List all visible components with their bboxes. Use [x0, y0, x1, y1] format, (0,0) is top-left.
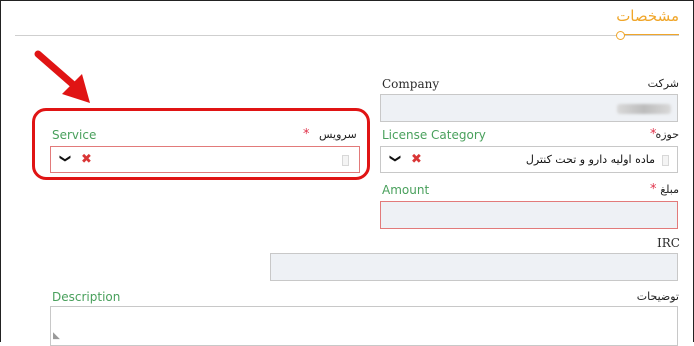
irc-label-en: IRC	[657, 236, 680, 250]
resize-handle-icon[interactable]: ◣	[53, 331, 60, 341]
irc-field[interactable]	[270, 253, 678, 281]
license-category-value: ماده اولیه دارو و تحت کنترل	[525, 153, 655, 166]
description-label-fa: توضیحات	[636, 290, 679, 303]
chevron-down-icon[interactable]: ❯	[389, 154, 402, 163]
company-label-fa: شرکت	[647, 77, 679, 90]
license-category-label-fa: حوزه	[655, 128, 679, 141]
header-divider	[15, 35, 679, 36]
company-value-redacted	[617, 104, 671, 114]
description-label-en: Description	[52, 290, 121, 304]
description-textarea[interactable]	[50, 306, 678, 346]
clear-x-icon[interactable]: ✖	[411, 152, 422, 167]
service-highlight-box	[32, 108, 370, 180]
license-category-select[interactable]: ❯ ✖ ماده اولیه دارو و تحت کنترل	[380, 146, 678, 173]
license-category-select-handle	[662, 155, 669, 166]
company-label-en: Company	[382, 77, 440, 91]
amount-field[interactable]	[380, 201, 678, 229]
amount-label-en: Amount	[382, 183, 430, 197]
amount-label-fa: مبلغ	[660, 183, 679, 196]
license-category-label-en: License Category	[382, 128, 486, 142]
red-arrow-icon	[34, 50, 90, 103]
title-ornament-line	[619, 34, 679, 35]
section-title: مشخصات	[616, 7, 679, 25]
title-ornament-dot	[616, 31, 625, 40]
amount-required-mark: *	[650, 182, 657, 197]
company-field[interactable]	[380, 94, 678, 122]
